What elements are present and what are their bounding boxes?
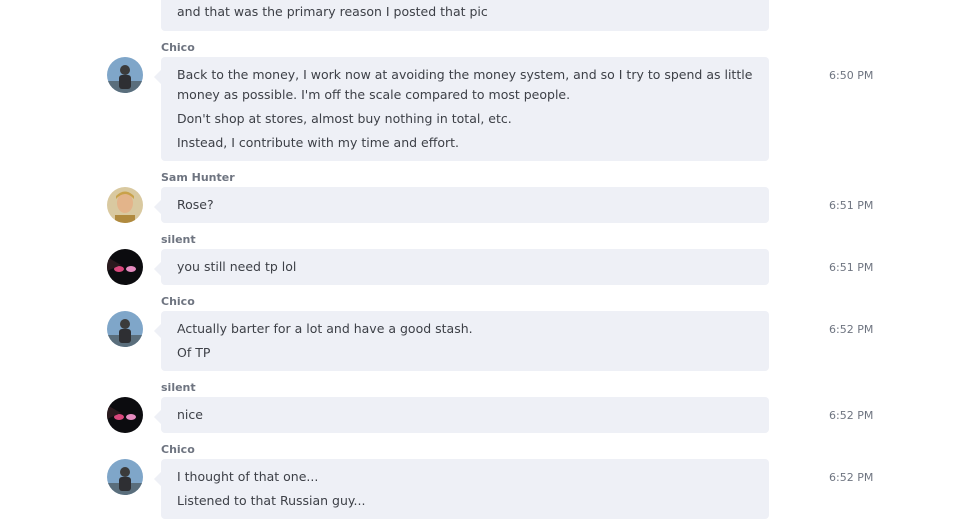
message-bubble: and that was the primary reason I posted… (161, 0, 769, 31)
author-name[interactable]: Chico (161, 295, 195, 308)
author-name[interactable]: Chico (161, 41, 195, 54)
sam-hunter-avatar[interactable] (107, 187, 143, 223)
message-bubble: Actually barter for a lot and have a goo… (154, 311, 769, 371)
message-bubble: I thought of that one... Listened to tha… (154, 459, 769, 519)
author-name[interactable]: silent (161, 381, 196, 394)
chico-avatar[interactable] (107, 459, 143, 495)
message-text: nice (177, 407, 203, 422)
message-bubble: Back to the money, I work now at avoidin… (154, 57, 769, 161)
message-text: Rose? (177, 197, 214, 212)
message-text: Listened to that Russian guy... (177, 493, 366, 508)
message-bubble: nice (154, 397, 769, 433)
message-text: I thought of that one... (177, 469, 319, 484)
message-text: Actually barter for a lot and have a goo… (177, 321, 473, 336)
message-text: Back to the money, I work now at avoidin… (177, 67, 753, 82)
timestamp: 6:52 PM (829, 409, 874, 422)
message-text: Of TP (177, 345, 211, 360)
message-text: and that was the primary reason I posted… (177, 4, 488, 19)
chico-avatar[interactable] (107, 57, 143, 93)
message-text: money as possible. I'm off the scale com… (177, 87, 571, 102)
message-text: you still need tp lol (177, 259, 297, 274)
message-bubble: you still need tp lol (154, 249, 769, 285)
silent-avatar[interactable] (107, 249, 143, 285)
timestamp: 6:52 PM (829, 323, 874, 336)
timestamp: 6:51 PM (829, 199, 874, 212)
message-text: Instead, I contribute with my time and e… (177, 135, 460, 150)
message-bubble: Rose? (154, 187, 769, 223)
author-name[interactable]: Sam Hunter (161, 171, 235, 184)
message-text: Don't shop at stores, almost buy nothing… (177, 111, 512, 126)
silent-avatar[interactable] (107, 397, 143, 433)
timestamp: 6:51 PM (829, 261, 874, 274)
timestamp: 6:50 PM (829, 69, 874, 82)
author-name[interactable]: silent (161, 233, 196, 246)
author-name[interactable]: Chico (161, 443, 195, 456)
timestamp: 6:52 PM (829, 471, 874, 484)
chico-avatar[interactable] (107, 311, 143, 347)
